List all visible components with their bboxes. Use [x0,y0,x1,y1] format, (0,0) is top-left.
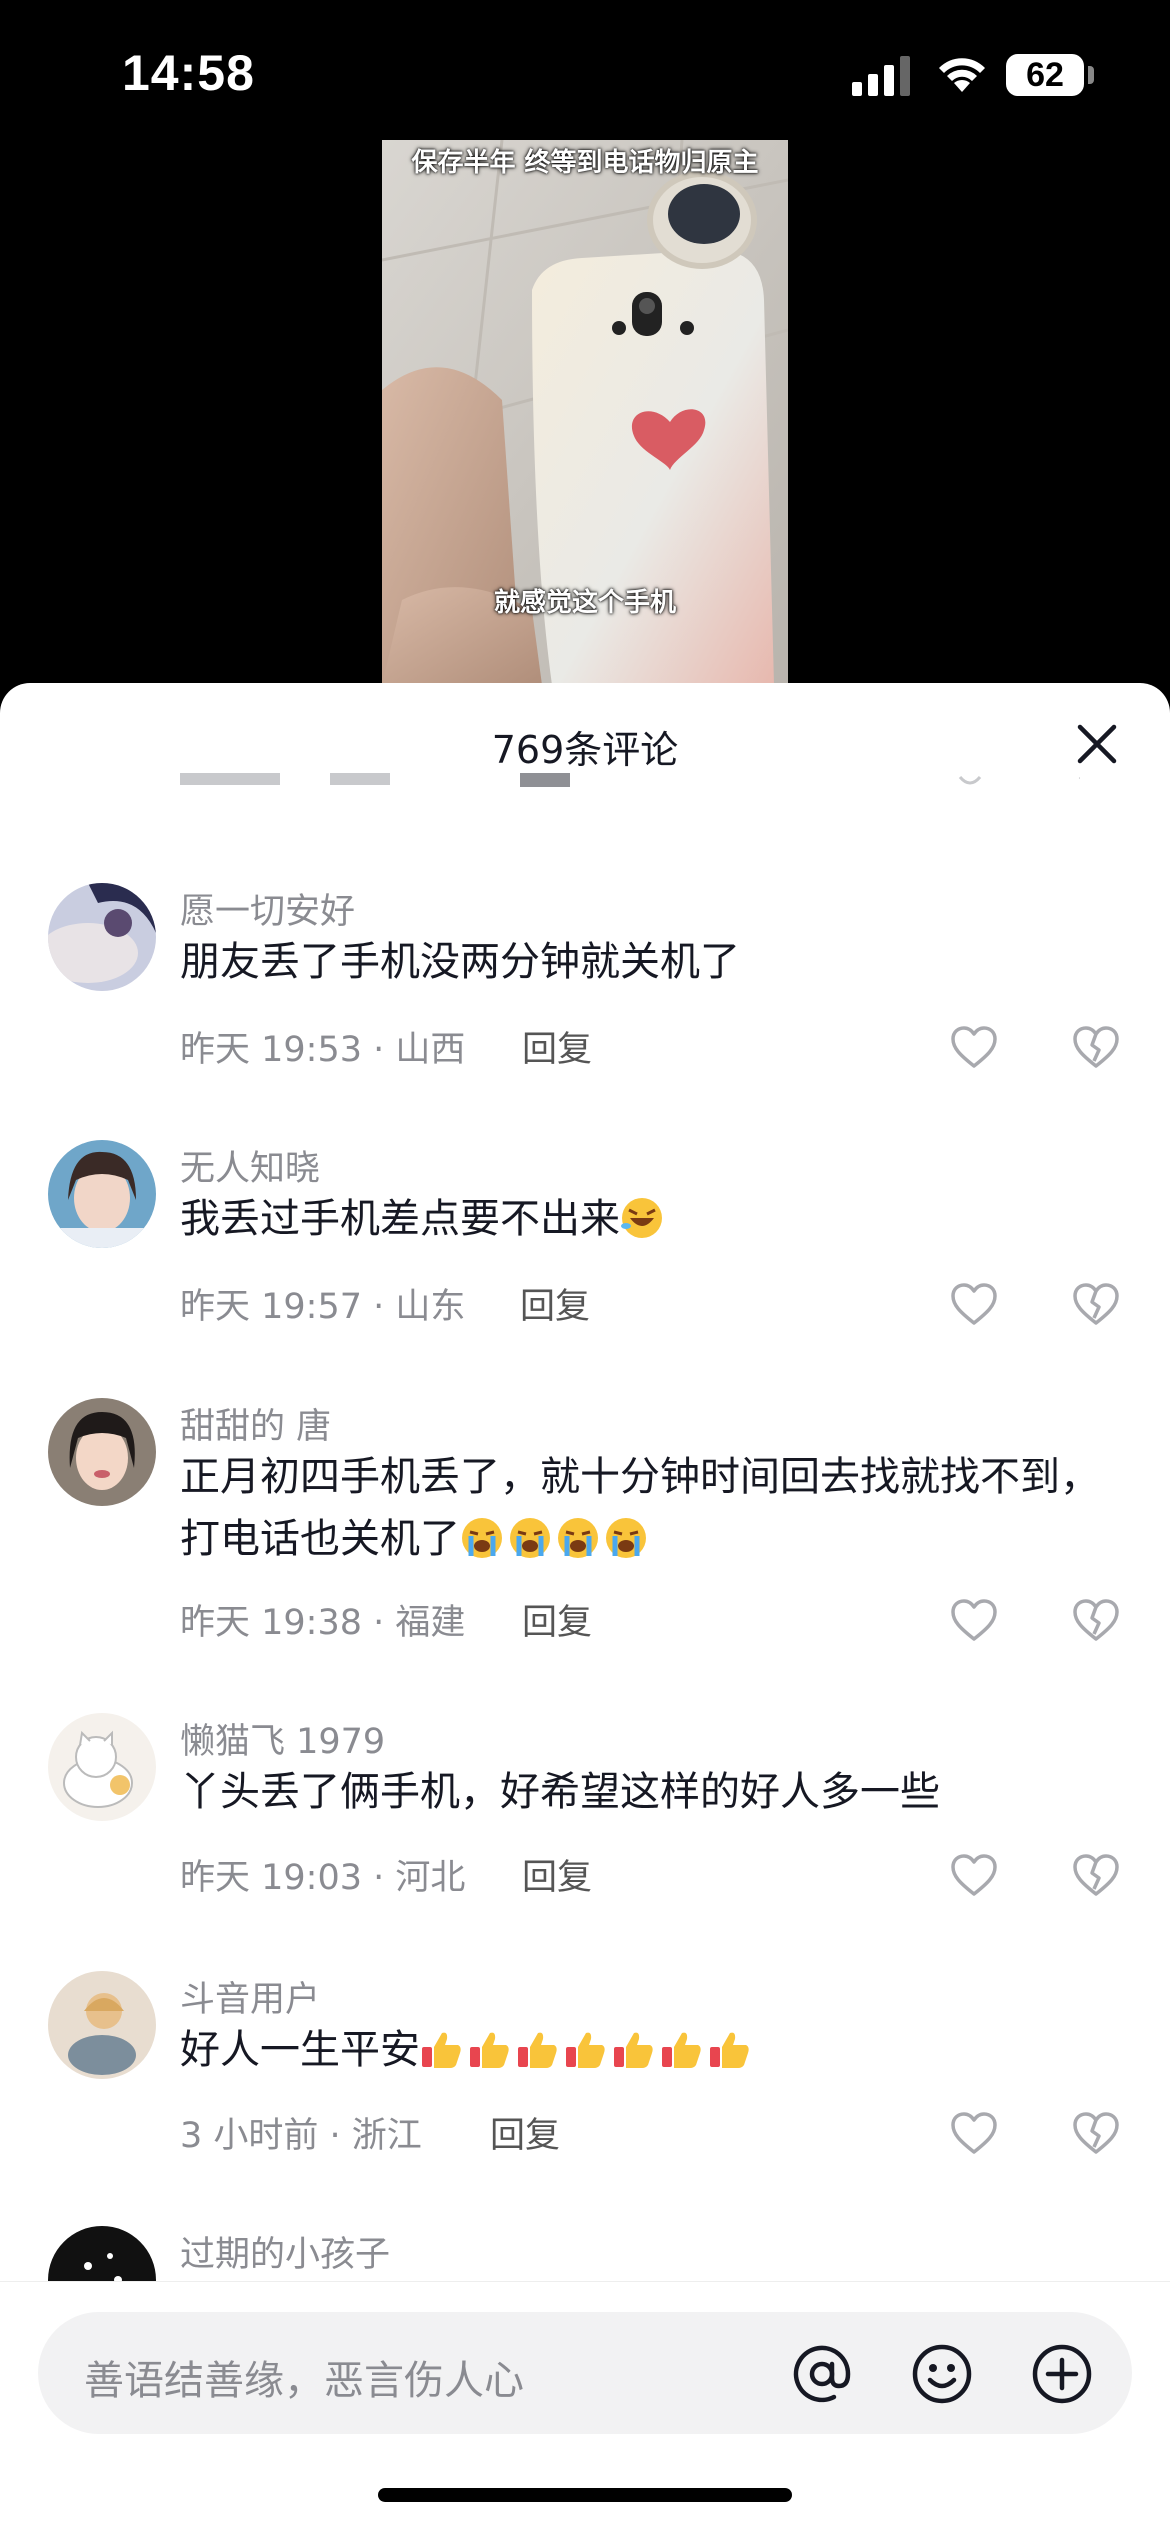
cellular-signal-icon [852,56,910,96]
comment-meta: 昨天 19:38 · 福建 [180,1603,466,1643]
emoji-icon[interactable] [910,2342,974,2406]
comment-username[interactable]: 甜甜的 唐 [180,1398,331,1449]
heart-icon[interactable] [950,1853,998,1897]
cry-emoji-icon [558,1518,598,1558]
comment-text: 丫头丢了俩手机，好希望这样的好人多一些 [180,1761,1100,1823]
status-time: 14:58 [122,45,255,101]
comment-meta: 昨天 19:03 · 河北 [180,1858,466,1898]
cry-emoji-icon [462,1518,502,1558]
cry-emoji-group [460,1516,652,1562]
reply-button[interactable]: 回复 [520,1278,590,1329]
broken-heart-icon[interactable] [1072,1025,1120,1069]
comments-sheet: 769条评论 愿一切安好 朋友丢了手机没两分钟就关机了 昨天 19:53 · 山… [0,683,1170,2532]
comment-text-content: 好人一生平安 [180,2027,420,2073]
rofl-emoji-icon [621,1198,662,1238]
broken-heart-icon[interactable] [1072,1282,1120,1326]
heart-icon[interactable] [950,1282,998,1326]
comment-text: 正月初四手机丢了，就十分钟时间回去找就找不到，打电话也关机了 [180,1446,1100,1570]
cry-emoji-icon [510,1518,550,1558]
thumbs-up-emoji-icon [470,2032,509,2068]
battery-indicator: 62 [1006,54,1084,96]
comment-meta: 昨天 19:57 · 山东 [180,1287,466,1327]
comment-text: 朋友丢了手机没两分钟就关机了 [180,931,1100,993]
video-caption-bottom: 就感觉这个手机 [493,588,676,618]
avatar[interactable] [48,1971,156,2079]
reply-button[interactable]: 回复 [522,1594,592,1645]
thumbs-up-emoji-icon [566,2032,605,2068]
at-icon[interactable] [790,2342,854,2406]
comment-username[interactable]: 斗音用户 [180,1971,320,2022]
close-icon[interactable] [1072,719,1122,769]
comment-username[interactable]: 过期的小孩子 [180,2226,390,2277]
battery-tip [1088,66,1094,84]
cry-emoji-icon [606,1518,646,1558]
comment-text: 好人一生平安 [180,2019,1100,2081]
comment-text-content: 朋友丢了手机没两分钟就关机了 [180,939,740,985]
comment-username[interactable]: 懒猫飞 1979 [180,1713,385,1764]
heart-icon[interactable] [950,2111,998,2155]
comments-count-title: 769条评论 [491,728,679,772]
thumbs-up-emoji-icon [614,2032,653,2068]
comment-input[interactable]: 善语结善缘，恶言伤人心 [38,2312,1132,2434]
thumbs-up-emoji-icon [422,2032,461,2068]
thumbs-up-emoji-icon [710,2032,749,2068]
reply-button[interactable]: 回复 [522,1849,592,1900]
heart-icon[interactable] [950,1598,998,1642]
avatar[interactable] [48,1713,156,1821]
thumbs-up-emoji-icon [518,2032,557,2068]
comment-text-content: 我丢过手机差点要不出来 [180,1196,620,1242]
wifi-icon [939,58,985,92]
comment-text-content: 丫头丢了俩手机，好希望这样的好人多一些 [180,1769,940,1815]
comment-username[interactable]: 愿一切安好 [180,883,355,934]
reply-button[interactable]: 回复 [490,2107,560,2158]
comment-username[interactable]: 无人知晓 [180,1140,320,1191]
video-thumbnail[interactable]: 保存半年 终等到电话物归原主 就感觉这个手机 [382,140,788,685]
broken-heart-icon[interactable] [1072,2111,1120,2155]
partially-hidden-comment-meta [180,773,1080,795]
thumbs-up-emoji-group [420,2027,756,2073]
status-bar: 14:58 62 [0,0,1170,140]
reply-button[interactable]: 回复 [522,1021,592,1072]
home-indicator[interactable] [378,2488,792,2502]
avatar[interactable] [48,1398,156,1506]
avatar[interactable] [48,1140,156,1248]
comment-text: 我丢过手机差点要不出来 [180,1188,1100,1250]
broken-heart-icon[interactable] [1072,1598,1120,1642]
avatar[interactable] [48,883,156,991]
video-caption-top: 保存半年 终等到电话物归原主 [411,148,759,178]
comment-input-placeholder: 善语结善缘，恶言伤人心 [84,2358,524,2404]
comment-meta: 昨天 19:53 · 山西 [180,1030,466,1070]
broken-heart-icon[interactable] [1072,1853,1120,1897]
add-icon[interactable] [1030,2342,1094,2406]
comment-meta: 3 小时前 · 浙江 [180,2116,422,2156]
heart-icon[interactable] [950,1025,998,1069]
thumbs-up-emoji-icon [662,2032,701,2068]
